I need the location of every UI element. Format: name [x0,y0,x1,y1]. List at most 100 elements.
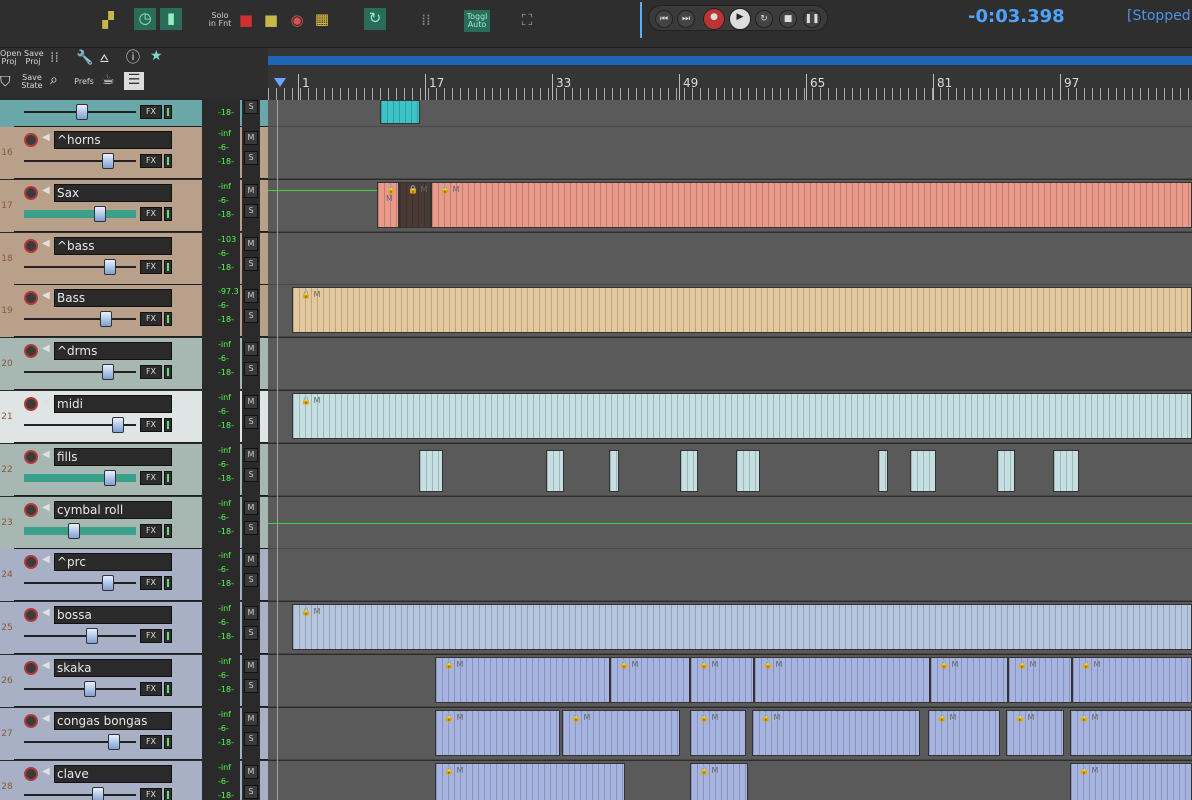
timeline-ruler[interactable]: 1 17 33 49 65 81 97 [268,48,1192,100]
solo-button[interactable]: S [244,626,258,641]
mute-button[interactable]: M [244,342,258,357]
fx-button[interactable]: FX [140,787,162,800]
metronome-icon[interactable]: ◷ [134,8,156,30]
speaker-icon[interactable]: ◀ [42,449,50,460]
solo-button[interactable]: S [244,362,258,377]
save-project-button[interactable]: Save Proj [24,50,44,66]
target-icon[interactable]: ◉ [288,10,306,30]
track-lane[interactable] [268,338,1192,391]
speaker-icon[interactable]: ◀ [42,238,50,249]
fader-knob[interactable] [104,469,116,486]
fx-button[interactable]: FX [140,470,162,485]
track-header[interactable]: 24 ◀ ^prc FX -inf -6- -18- M S [0,549,268,602]
speaker-icon[interactable]: ◀ [42,766,50,777]
fx-enable-toggle[interactable] [164,682,172,696]
speaker-icon[interactable]: ◀ [42,502,50,513]
record-arm-button[interactable] [24,185,38,200]
loop-icon[interactable]: ↻ [364,8,386,30]
fader-knob[interactable] [102,575,114,592]
fader-knob[interactable] [86,628,98,645]
record-arm-button[interactable] [24,397,38,411]
mixer-route-icon[interactable]: ⩟ [100,50,109,66]
track-header[interactable]: 17 ◀ Sax FX -inf -6- -18- M S [0,179,268,232]
open-project-button[interactable]: Open Proj [0,50,21,66]
media-item[interactable]: 🔒 M [1072,657,1192,703]
media-item[interactable] [419,449,443,492]
track-lane[interactable]: 🔒 M [268,285,1192,338]
solo-button[interactable]: S [244,679,258,693]
shield-icon[interactable]: ⛉ [0,74,11,90]
save-state-button[interactable]: Save State [20,74,44,90]
mute-button[interactable]: M [244,289,258,304]
fx-enable-toggle[interactable] [164,418,172,432]
fader-knob[interactable] [112,417,124,433]
ripple-icon[interactable]: ⛶ [516,10,538,30]
media-item[interactable]: 🔒 M [431,181,1192,228]
media-item[interactable]: 🔒 M [752,709,920,756]
fader-knob[interactable] [108,733,120,750]
fx-button[interactable]: FX [140,734,162,749]
mute-button[interactable]: M [244,447,258,462]
solo-button[interactable]: S [244,731,258,746]
media-item[interactable] [680,449,698,492]
track-lane[interactable] [268,100,1192,127]
speaker-icon[interactable]: ◀ [42,607,50,618]
fx-enable-toggle[interactable] [164,154,172,168]
solo-button[interactable]: S [244,203,258,218]
track-name[interactable]: ^bass [54,236,172,255]
record-arm-button[interactable] [24,555,38,570]
pause-button[interactable]: ❚❚ [803,10,821,28]
solo-button[interactable]: S [244,573,258,588]
track-name[interactable]: bossa [54,606,172,625]
track-header[interactable]: 18 ◀ ^bass FX -103 -6- -18- M S [0,232,268,285]
fx-enable-toggle[interactable] [164,470,172,485]
track-name[interactable]: fills [54,447,172,466]
mute-button[interactable]: M [244,236,258,251]
toggle-auto-button[interactable]: Toggl Auto [464,10,490,32]
media-item[interactable]: 🔒 M [1008,657,1072,703]
volume-fader[interactable] [24,733,136,750]
solo-button[interactable]: S [244,467,258,482]
record-arm-button[interactable] [24,608,38,623]
menu-icon[interactable]: ☰ [124,72,144,90]
record-arm-button[interactable] [24,502,38,517]
media-item[interactable]: 🔒 M [1006,709,1064,756]
mute-button[interactable]: M [244,131,258,145]
fx-button[interactable]: FX [140,418,162,432]
fader-knob[interactable] [94,205,106,222]
fader-knob[interactable] [84,681,96,697]
volume-fader[interactable] [24,417,136,433]
track-header[interactable]: 20 ◀ ^drms FX -inf -6- -18- M S [0,338,268,391]
track-header[interactable]: 21 ◀ midi FX -inf -6- -18- M S [0,391,268,443]
media-item[interactable] [1053,449,1079,492]
track-lane[interactable]: 🔒 M [268,391,1192,443]
star-icon[interactable]: ★ [150,48,163,64]
media-item[interactable]: 🔒 M [690,657,754,703]
fader-knob[interactable] [102,153,114,169]
fx-enable-toggle[interactable] [164,105,172,119]
volume-fader[interactable] [24,205,136,222]
media-item[interactable]: 🔒 M [754,657,930,703]
mute-button[interactable]: M [244,395,258,409]
track-header[interactable]: 27 ◀ congas bongas FX -inf -6- -18- M S [0,707,268,760]
record-arm-button[interactable] [24,713,38,728]
color-icon[interactable]: ▞ [98,10,118,30]
track-lane[interactable]: 🔒 M 🔒 M 🔒 M [268,760,1192,800]
play-button[interactable]: ▶ [729,8,751,30]
fader-knob[interactable] [100,311,112,328]
track-lane[interactable]: 🔒 M 🔒 M 🔒 M 🔒 M 🔒 M 🔒 M 🔒 M [268,707,1192,760]
volume-fader[interactable] [24,681,136,697]
media-item[interactable]: 🔒 M [435,657,610,703]
record-arm-button[interactable] [24,766,38,781]
volume-fader[interactable] [24,311,136,328]
fx-enable-toggle[interactable] [164,312,172,327]
loop-region-bar[interactable] [268,56,1192,65]
search-icon[interactable]: ⌕ [50,72,58,88]
media-item[interactable]: 🔒 M [435,709,560,756]
media-item[interactable]: 🔒 M [610,657,690,703]
fader-knob[interactable] [68,522,80,539]
mute-button[interactable]: M [244,500,258,515]
track-header[interactable]: 22 ◀ fills FX -inf -6- -18- M S [0,443,268,496]
media-item[interactable]: 🔒 M [292,287,1192,334]
fx-enable-toggle[interactable] [164,365,172,380]
